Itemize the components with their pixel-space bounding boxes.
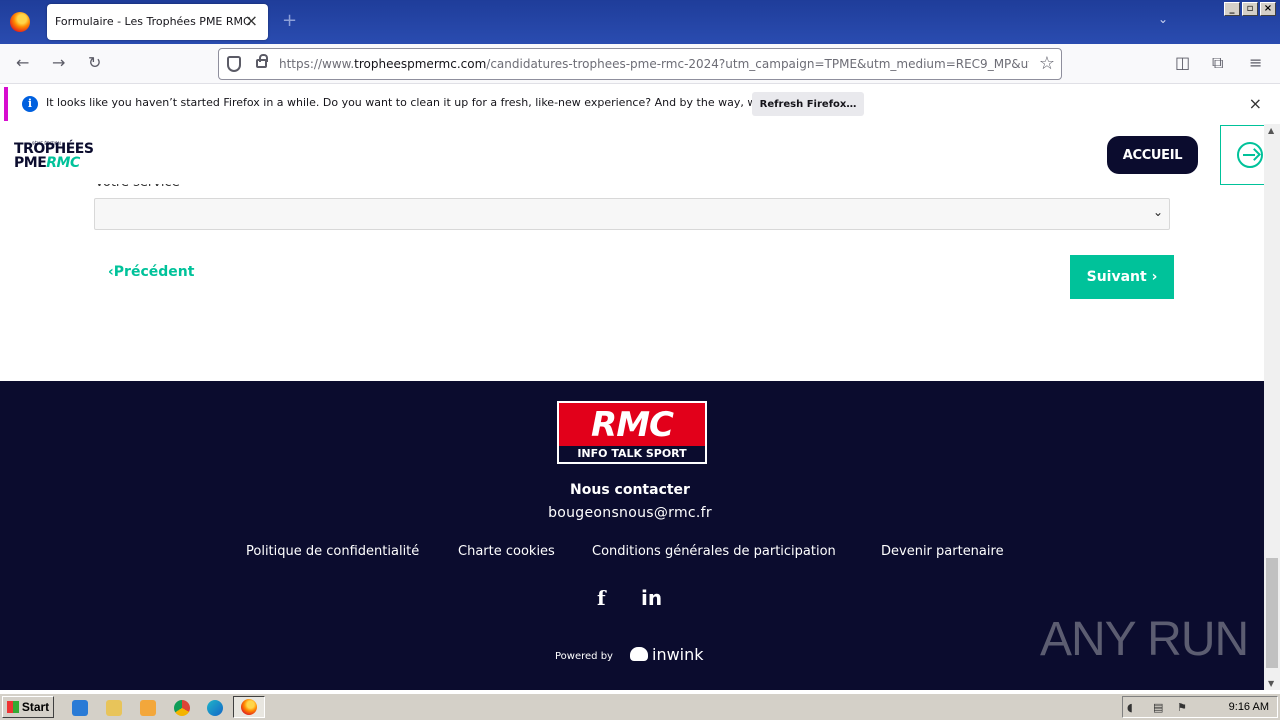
logo-rmc: RMC <box>46 155 80 171</box>
browser-tab[interactable]: Formulaire - Les Trophées PME RMC × <box>47 4 268 40</box>
firefox-notification-bar: i It looks like you haven’t started Fire… <box>4 87 1276 121</box>
footer-link-cookies[interactable]: Charte cookies <box>458 544 555 559</box>
contact-email-link[interactable]: bougeonsnous@rmc.fr <box>0 505 1260 521</box>
firefox-logo-icon[interactable] <box>10 12 30 32</box>
start-label: Start <box>21 700 50 714</box>
speaker-icon[interactable]: ◖ <box>1127 701 1133 714</box>
url-text[interactable]: https://www.tropheespmermc.com/candidatu… <box>279 57 1029 71</box>
previous-link[interactable]: ‹Précédent <box>108 264 194 280</box>
media-player-icon[interactable] <box>140 700 156 716</box>
rmc-logo-tagline: INFO TALK SPORT <box>559 446 705 462</box>
inwink-logo[interactable]: inwink <box>630 645 704 664</box>
linkedin-icon[interactable]: in <box>641 586 662 610</box>
refresh-firefox-button[interactable]: Refresh Firefox… <box>752 92 864 116</box>
login-arrow-icon <box>1237 142 1263 168</box>
bookmark-star-icon[interactable]: ☆ <box>1039 53 1055 74</box>
tab-title: Formulaire - Les Trophées PME RMC <box>55 15 251 28</box>
chevron-right-icon: › <box>1151 269 1158 285</box>
reload-icon[interactable]: ↻ <box>88 53 101 73</box>
restore-icon[interactable]: ▫ <box>1242 2 1258 16</box>
web-page: Votre service 9ÈME ÉDITION TROPHÉES PMER… <box>0 124 1264 690</box>
trophees-pme-rmc-logo[interactable]: 9ÈME ÉDITION TROPHÉES PMERMC <box>14 137 94 170</box>
screen: Formulaire - Les Trophées PME RMC × + ⌄ … <box>0 0 1280 720</box>
tab-close-icon[interactable]: × <box>245 12 258 30</box>
extensions-icon[interactable]: ⧉ <box>1212 53 1223 73</box>
explorer-folder-icon[interactable] <box>106 700 122 716</box>
logo-line2: PMERMC <box>14 156 93 170</box>
close-window-icon[interactable]: × <box>1260 2 1276 16</box>
anyrun-watermark: ANY RUN <box>1040 613 1249 666</box>
logo-pme: PME <box>14 155 47 171</box>
back-arrow-icon[interactable]: ← <box>16 53 29 73</box>
notification-text: It looks like you haven’t started Firefo… <box>46 96 831 109</box>
url-host: tropheespmermc.com <box>354 57 487 71</box>
action-center-flag-icon[interactable]: ⚑ <box>1177 701 1187 714</box>
previous-label: Précédent <box>113 264 195 280</box>
windows-flag-icon <box>6 701 19 713</box>
new-tab-icon[interactable]: + <box>282 11 297 31</box>
browser-navbar: ← → ↻ https://www.tropheespmermc.com/can… <box>0 44 1280 84</box>
firefox-taskbar-button[interactable] <box>233 696 265 718</box>
footer-link-partner[interactable]: Devenir partenaire <box>881 544 1004 559</box>
rmc-logo[interactable]: RMC INFO TALK SPORT <box>557 401 707 464</box>
menu-hamburger-icon[interactable]: ≡ <box>1249 53 1262 72</box>
info-icon: i <box>22 96 38 112</box>
windows-taskbar: Start ◖ ▤ ⚑ 9:16 AM <box>0 692 1280 720</box>
minimize-icon[interactable]: _ <box>1224 2 1240 16</box>
logo-line1: TROPHÉES <box>14 141 94 157</box>
powered-by-label: Powered by <box>555 651 613 662</box>
service-select[interactable]: ⌄ <box>94 198 1170 230</box>
scroll-down-icon[interactable]: ▼ <box>1268 679 1274 688</box>
footer-link-conditions[interactable]: Conditions générales de participation <box>592 544 836 559</box>
notification-close-icon[interactable]: × <box>1249 94 1262 113</box>
tracking-shield-icon[interactable] <box>227 56 241 72</box>
footer-link-privacy[interactable]: Politique de confidentialité <box>246 544 419 559</box>
forward-arrow-icon[interactable]: → <box>52 53 65 73</box>
clock[interactable]: 9:16 AM <box>1229 701 1269 713</box>
next-button[interactable]: Suivant › <box>1070 255 1174 299</box>
tab-list-chevron-icon[interactable]: ⌄ <box>1158 12 1168 26</box>
lock-icon[interactable] <box>256 54 268 68</box>
url-bar[interactable]: https://www.tropheespmermc.com/candidatu… <box>218 48 1062 80</box>
inwink-text: inwink <box>652 645 704 664</box>
url-path: /candidatures-trophees-pme-rmc-2024?utm_… <box>486 57 1029 71</box>
pocket-icon[interactable]: ◫ <box>1175 53 1190 72</box>
firefox-taskbar-icon <box>241 699 257 715</box>
window-controls: _ ▫ × <box>1224 2 1276 16</box>
start-button[interactable]: Start <box>2 696 54 718</box>
login-button[interactable] <box>1220 125 1264 185</box>
accueil-button[interactable]: ACCUEIL <box>1107 136 1198 174</box>
rmc-logo-text: RMC <box>591 405 674 445</box>
system-tray: ◖ ▤ ⚑ 9:16 AM <box>1122 696 1278 718</box>
network-icon[interactable]: ▤ <box>1153 701 1163 714</box>
chevron-down-icon: ⌄ <box>1152 205 1163 219</box>
site-header: 9ÈME ÉDITION TROPHÉES PMERMC ACCUEIL <box>0 124 1264 184</box>
contact-title: Nous contacter <box>570 482 690 498</box>
browser-tabstrip: Formulaire - Les Trophées PME RMC × + ⌄ … <box>0 0 1280 44</box>
url-prefix: https://www. <box>279 57 355 71</box>
page-scrollbar[interactable]: ▲ ▼ <box>1264 124 1280 690</box>
edge-icon[interactable] <box>207 700 223 716</box>
scroll-thumb[interactable] <box>1266 558 1278 668</box>
chrome-icon[interactable] <box>174 700 190 716</box>
scroll-up-icon[interactable]: ▲ <box>1268 126 1274 135</box>
inwink-mark-icon <box>630 647 648 661</box>
ie-icon[interactable] <box>72 700 88 716</box>
facebook-icon[interactable]: f <box>597 586 606 610</box>
next-label: Suivant <box>1086 269 1147 285</box>
